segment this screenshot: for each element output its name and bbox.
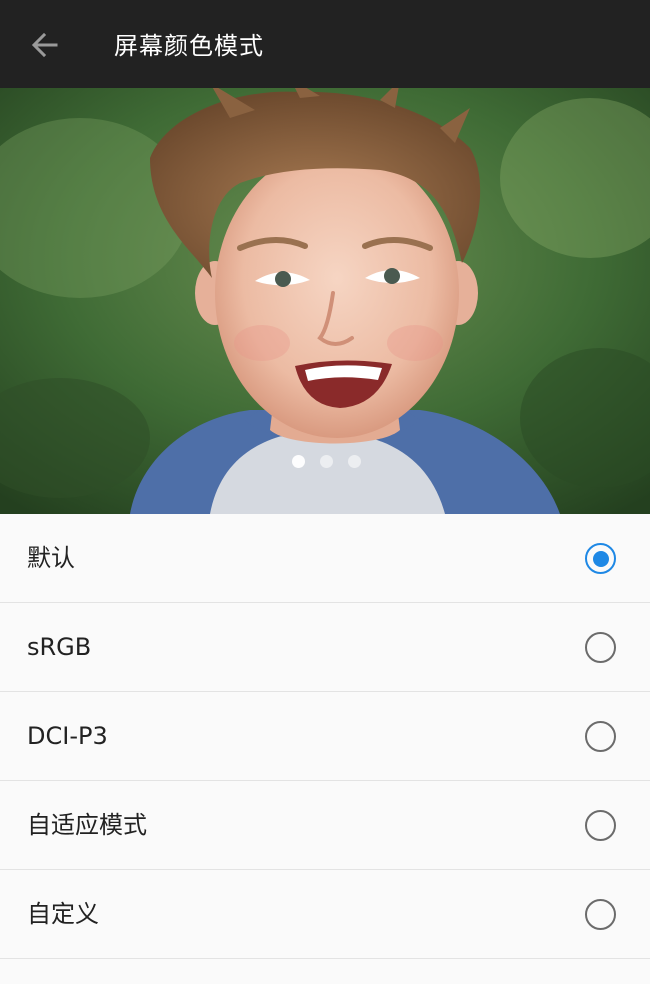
option-label: sRGB [27, 633, 92, 661]
option-default[interactable]: 默认 [0, 514, 650, 603]
radio-unchecked-icon[interactable] [585, 899, 616, 930]
radio-checked-icon[interactable] [585, 543, 616, 574]
option-custom[interactable]: 自定义 [0, 870, 650, 959]
option-adaptive[interactable]: 自适应模式 [0, 781, 650, 870]
back-button[interactable] [26, 26, 64, 64]
preview-pager [0, 455, 650, 469]
option-label: 自适应模式 [27, 811, 147, 839]
preview-image [0, 88, 650, 514]
pager-dot-3[interactable] [347, 455, 361, 468]
option-label: 自定义 [27, 900, 99, 928]
screen-color-mode-page: 屏幕颜色模式 默认 sRGB DCI-P3 自适应模式 自定义 [0, 0, 650, 984]
pager-dot-1[interactable] [291, 455, 305, 468]
radio-unchecked-icon[interactable] [585, 632, 616, 663]
radio-unchecked-icon[interactable] [585, 721, 616, 752]
option-label: DCI-P3 [27, 722, 108, 750]
smiling-child-photo [0, 88, 650, 514]
arrow-left-icon [31, 32, 58, 58]
app-bar: 屏幕颜色模式 [0, 0, 650, 88]
radio-dot [592, 550, 609, 567]
option-srgb[interactable]: sRGB [0, 603, 650, 692]
pager-dot-2[interactable] [319, 455, 333, 468]
color-mode-options: 默认 sRGB DCI-P3 自适应模式 自定义 [0, 514, 650, 959]
page-title: 屏幕颜色模式 [114, 32, 264, 60]
option-label: 默认 [27, 544, 75, 572]
radio-unchecked-icon[interactable] [585, 810, 616, 841]
option-dci-p3[interactable]: DCI-P3 [0, 692, 650, 781]
